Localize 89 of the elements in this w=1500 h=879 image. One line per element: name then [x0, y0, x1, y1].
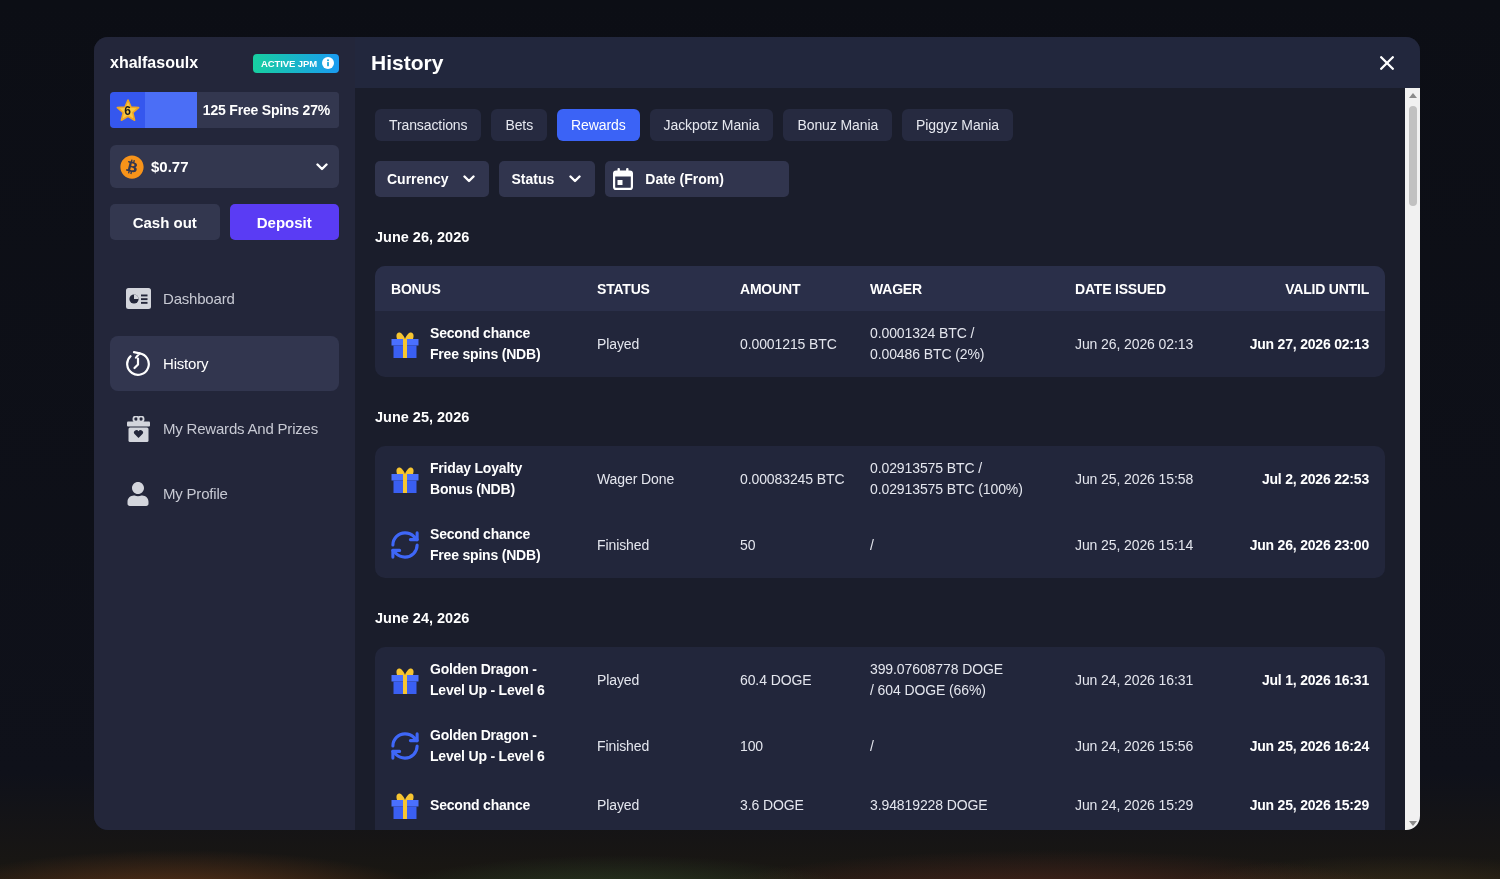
wager-text: 0.02913575 BTC / 0.02913575 BTC (100%)	[870, 459, 1023, 499]
status-text: Played	[597, 670, 640, 690]
amount-text: 60.4 DOGE	[740, 670, 812, 690]
star-icon	[115, 98, 140, 122]
close-button[interactable]	[1380, 55, 1394, 70]
tab[interactable]: Transactions	[375, 109, 482, 141]
wager-text: /	[870, 535, 874, 555]
bonus-name: Second chance Free spins (NDB)	[430, 525, 541, 565]
tab[interactable]: Bonuz Mania	[783, 109, 893, 141]
status-text: Finished	[597, 736, 650, 756]
column-header: VALID UNTIL	[1285, 280, 1369, 297]
filter-dropdown[interactable]: Status	[499, 161, 596, 197]
user-icon	[126, 481, 150, 506]
issued-date: Jun 24, 2026 16:31	[1075, 670, 1194, 690]
date-picker[interactable]: Date (From)	[605, 161, 790, 197]
bitcoin-icon	[120, 154, 144, 179]
gift-icon	[126, 415, 150, 442]
filter-dropdown[interactable]: Currency	[375, 161, 490, 197]
clock-icon	[125, 350, 151, 377]
wager-text: /	[870, 736, 874, 756]
column-header: BONUS	[391, 280, 441, 297]
nav-item[interactable]: History	[110, 336, 339, 391]
expiry-date: Jun 25, 2026 16:24	[1249, 736, 1369, 756]
wager-text: 399.07608778 DOGE / 604 DOGE (66%)	[870, 660, 1003, 700]
deposit-button[interactable]: Deposit	[229, 204, 339, 240]
expiry-date: Jun 27, 2026 02:13	[1249, 334, 1369, 354]
status-text: Finished	[597, 535, 650, 555]
refresh-icon	[391, 531, 419, 559]
level-number: 6	[124, 104, 131, 117]
issued-date: Jun 25, 2026 15:58	[1075, 469, 1194, 489]
amount-text: 50	[740, 535, 756, 555]
issued-date: Jun 25, 2026 15:14	[1075, 535, 1194, 555]
wager-text: 3.94819228 DOGE	[870, 795, 988, 815]
username: xhalfasoulx	[110, 54, 199, 72]
nav-item[interactable]: My Profile	[110, 466, 339, 521]
refresh-icon	[391, 732, 419, 760]
chevron-down-icon	[569, 175, 582, 183]
balance-dropdown[interactable]: $0.77	[110, 145, 339, 188]
gift-icon	[391, 330, 419, 358]
date-heading: June 26, 2026	[375, 228, 470, 246]
scrollbar-thumb[interactable]	[1408, 106, 1417, 206]
scroll-up-arrow-icon[interactable]	[1408, 93, 1417, 98]
page-title: History	[371, 50, 444, 75]
gift-icon	[391, 465, 419, 493]
chevron-down-icon	[316, 162, 328, 171]
column-header: WAGER	[870, 280, 922, 297]
column-header: DATE ISSUED	[1075, 280, 1166, 297]
date-heading: June 25, 2026	[375, 408, 470, 426]
wager-text: 0.0001324 BTC / 0.00486 BTC (2%)	[870, 324, 985, 364]
bonus-name: Friday Loyalty Bonus (NDB)	[430, 459, 523, 499]
gift-icon	[391, 666, 419, 694]
issued-date: Jun 24, 2026 15:56	[1075, 736, 1194, 756]
amount-text: 0.0001215 BTC	[740, 334, 837, 354]
gift-icon	[391, 791, 419, 819]
tab[interactable]: Rewards	[557, 109, 640, 141]
expiry-date: Jul 2, 2026 22:53	[1261, 469, 1369, 489]
close-icon	[1380, 55, 1394, 70]
bonus-name: Second chance	[430, 795, 531, 815]
tab[interactable]: Piggyz Mania	[902, 109, 1013, 141]
tab[interactable]: Bets	[491, 109, 548, 141]
bonus-name: Golden Dragon - Level Up - Level 6	[430, 660, 545, 700]
scroll-down-arrow-icon[interactable]	[1408, 821, 1417, 826]
nav-item[interactable]: My Rewards And Prizes	[110, 401, 339, 456]
info-icon[interactable]	[322, 57, 334, 69]
status-text: Wager Done	[597, 469, 675, 489]
dashboard-icon	[125, 288, 151, 309]
expiry-date: Jul 1, 2026 16:31	[1261, 670, 1369, 690]
bonus-name: Golden Dragon - Level Up - Level 6	[430, 726, 545, 766]
status-text: Played	[597, 334, 640, 354]
cashout-button[interactable]: Cash out	[110, 204, 220, 240]
amount-text: 100	[740, 736, 764, 756]
tab[interactable]: Jackpotz Mania	[649, 109, 774, 141]
expiry-date: Jun 26, 2026 23:00	[1249, 535, 1369, 555]
chevron-down-icon	[463, 175, 476, 183]
status-text: Played	[597, 795, 640, 815]
scrollbar-track[interactable]	[1405, 88, 1420, 830]
bonus-name: Second chance Free spins (NDB)	[430, 324, 541, 364]
date-heading: June 24, 2026	[375, 609, 470, 627]
amount-text: 0.00083245 BTC	[740, 469, 845, 489]
issued-date: Jun 24, 2026 15:29	[1075, 795, 1194, 815]
expiry-date: Jun 25, 2026 15:29	[1249, 795, 1369, 815]
issued-date: Jun 26, 2026 02:13	[1075, 334, 1194, 354]
progress-label: 125 Free Spins 27%	[202, 102, 330, 118]
column-header: STATUS	[597, 280, 650, 297]
calendar-icon	[613, 168, 634, 190]
badge-label: ACTIVE JPM	[261, 57, 317, 69]
amount-text: 3.6 DOGE	[740, 795, 804, 815]
nav-item[interactable]: Dashboard	[110, 271, 339, 326]
column-header: AMOUNT	[740, 280, 801, 297]
